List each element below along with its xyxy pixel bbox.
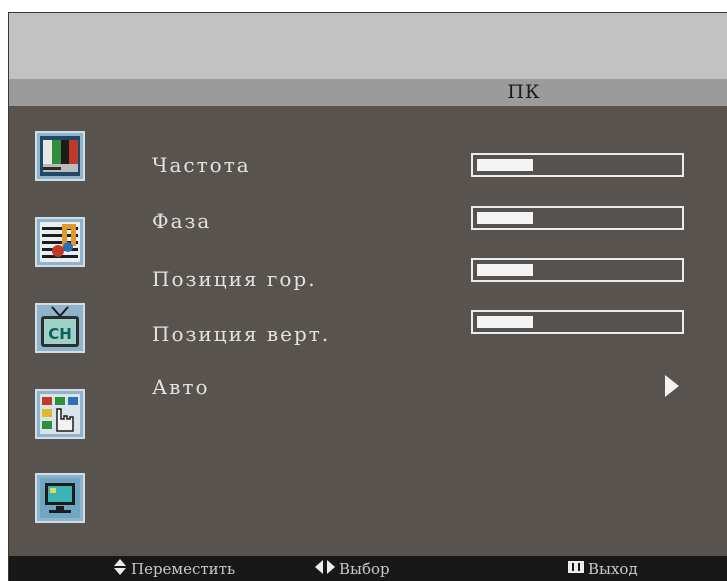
pc-icon[interactable] — [35, 473, 85, 523]
svg-text:CH: CH — [48, 325, 72, 343]
page-title: ПК — [507, 81, 541, 103]
h-position-slider-fill — [477, 264, 533, 276]
arrow-right-icon[interactable] — [665, 375, 679, 397]
title-bar: ПК — [9, 79, 727, 106]
left-right-arrow-icon — [315, 560, 335, 577]
top-band — [9, 13, 727, 79]
footer-exit: Выход — [568, 556, 638, 581]
menu-item-frequency[interactable]: Частота — [152, 153, 251, 177]
footer-exit-label: Выход — [588, 559, 638, 578]
v-position-slider-fill — [477, 316, 533, 328]
channel-icon[interactable]: CH — [35, 303, 85, 353]
footer-select-label: Выбор — [339, 559, 390, 578]
function-icon[interactable] — [35, 389, 85, 439]
picture-icon[interactable] — [35, 131, 85, 181]
menu-item-h-position[interactable]: Позиция гор. — [152, 267, 317, 291]
frequency-slider[interactable] — [471, 153, 684, 177]
menu-item-phase[interactable]: Фаза — [152, 209, 211, 233]
up-down-arrow-icon — [113, 559, 127, 578]
menu-icon — [568, 561, 584, 576]
h-position-slider[interactable] — [471, 258, 684, 282]
phase-slider-fill — [477, 212, 533, 224]
footer-hint-bar: Переместить Выбор Выход — [9, 556, 727, 581]
phase-slider[interactable] — [471, 206, 684, 230]
footer-select: Выбор — [315, 556, 390, 581]
menu-item-v-position[interactable]: Позиция верт. — [152, 322, 330, 346]
frequency-slider-fill — [477, 159, 533, 171]
v-position-slider[interactable] — [471, 310, 684, 334]
audio-icon[interactable] — [35, 217, 85, 267]
footer-move: Переместить — [113, 556, 235, 581]
footer-move-label: Переместить — [131, 559, 236, 578]
osd-window: ПК CH Частота Фаза Позиция гор. Позиция … — [8, 12, 727, 581]
menu-item-auto[interactable]: Авто — [152, 375, 210, 399]
